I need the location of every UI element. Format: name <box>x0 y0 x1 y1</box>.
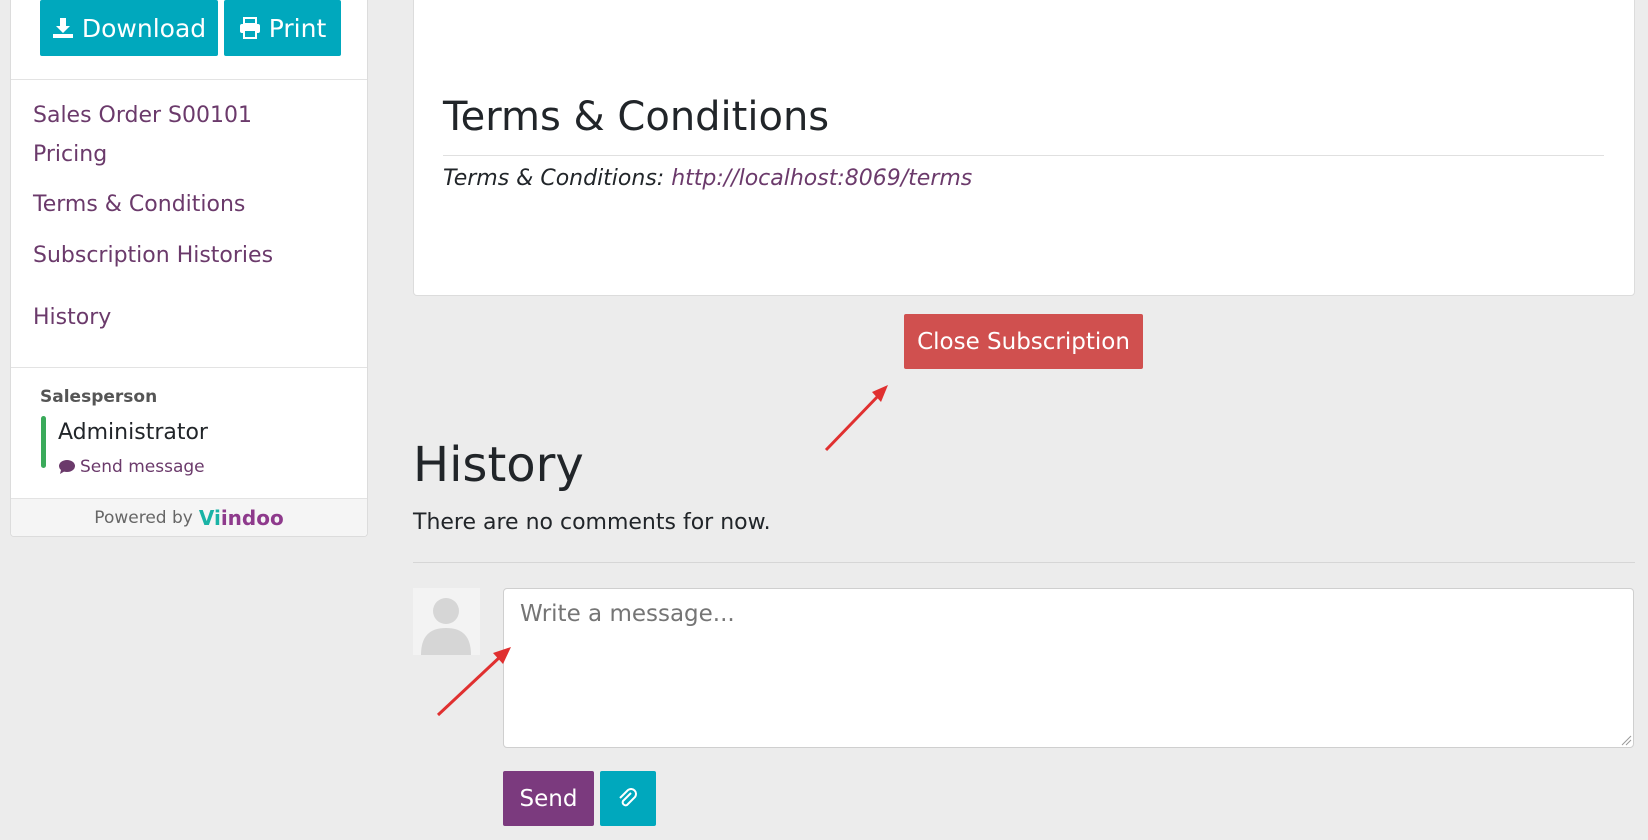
nav-terms-conditions[interactable]: Terms & Conditions <box>33 192 245 217</box>
message-input[interactable] <box>503 588 1634 748</box>
powered-by-footer: Powered by Viindoo <box>11 498 367 536</box>
sidebar-actions: Download Print <box>40 0 341 56</box>
divider <box>413 562 1635 563</box>
salesperson-label: Salesperson <box>40 387 158 407</box>
divider <box>443 155 1604 156</box>
viindoo-logo[interactable]: Viindoo <box>199 506 284 530</box>
salesperson-name: Administrator <box>58 420 208 445</box>
comment-icon <box>59 460 75 474</box>
divider <box>11 367 367 368</box>
print-label: Print <box>268 13 327 43</box>
download-button[interactable]: Download <box>40 0 218 56</box>
resize-grip-icon[interactable] <box>1620 734 1632 746</box>
terms-link[interactable]: http://localhost:8069/terms <box>671 166 972 191</box>
attach-button[interactable] <box>600 771 656 826</box>
annotation-arrow <box>436 647 511 717</box>
terms-label: Terms & Conditions: <box>443 166 665 191</box>
history-title: History <box>413 437 584 493</box>
send-message-link[interactable]: Send message <box>58 457 205 477</box>
terms-line: Terms & Conditions: http://localhost:806… <box>443 166 972 191</box>
nav-pricing[interactable]: Pricing <box>33 142 107 167</box>
powered-by-label: Powered by <box>94 507 193 528</box>
download-label: Download <box>81 13 207 43</box>
terms-title: Terms & Conditions <box>443 94 830 140</box>
close-subscription-button[interactable]: Close Subscription <box>904 314 1143 369</box>
no-comments-text: There are no comments for now. <box>413 510 771 535</box>
nav-subscription-histories[interactable]: Subscription Histories <box>33 243 273 268</box>
paperclip-icon <box>619 787 637 806</box>
annotation-arrow <box>824 385 888 452</box>
terms-card: Terms & Conditions Terms & Conditions: h… <box>413 0 1635 296</box>
sidebar: Download Print Sales Order S00101 Pricin… <box>10 0 368 537</box>
send-button[interactable]: Send <box>503 771 594 826</box>
send-message-label: Send message <box>80 457 205 477</box>
print-icon <box>239 17 260 39</box>
divider <box>11 79 367 80</box>
nav-history[interactable]: History <box>33 305 111 330</box>
download-icon <box>52 18 73 38</box>
print-button[interactable]: Print <box>224 0 341 56</box>
avatar <box>41 416 46 468</box>
nav-sales-order[interactable]: Sales Order S00101 <box>33 103 252 128</box>
